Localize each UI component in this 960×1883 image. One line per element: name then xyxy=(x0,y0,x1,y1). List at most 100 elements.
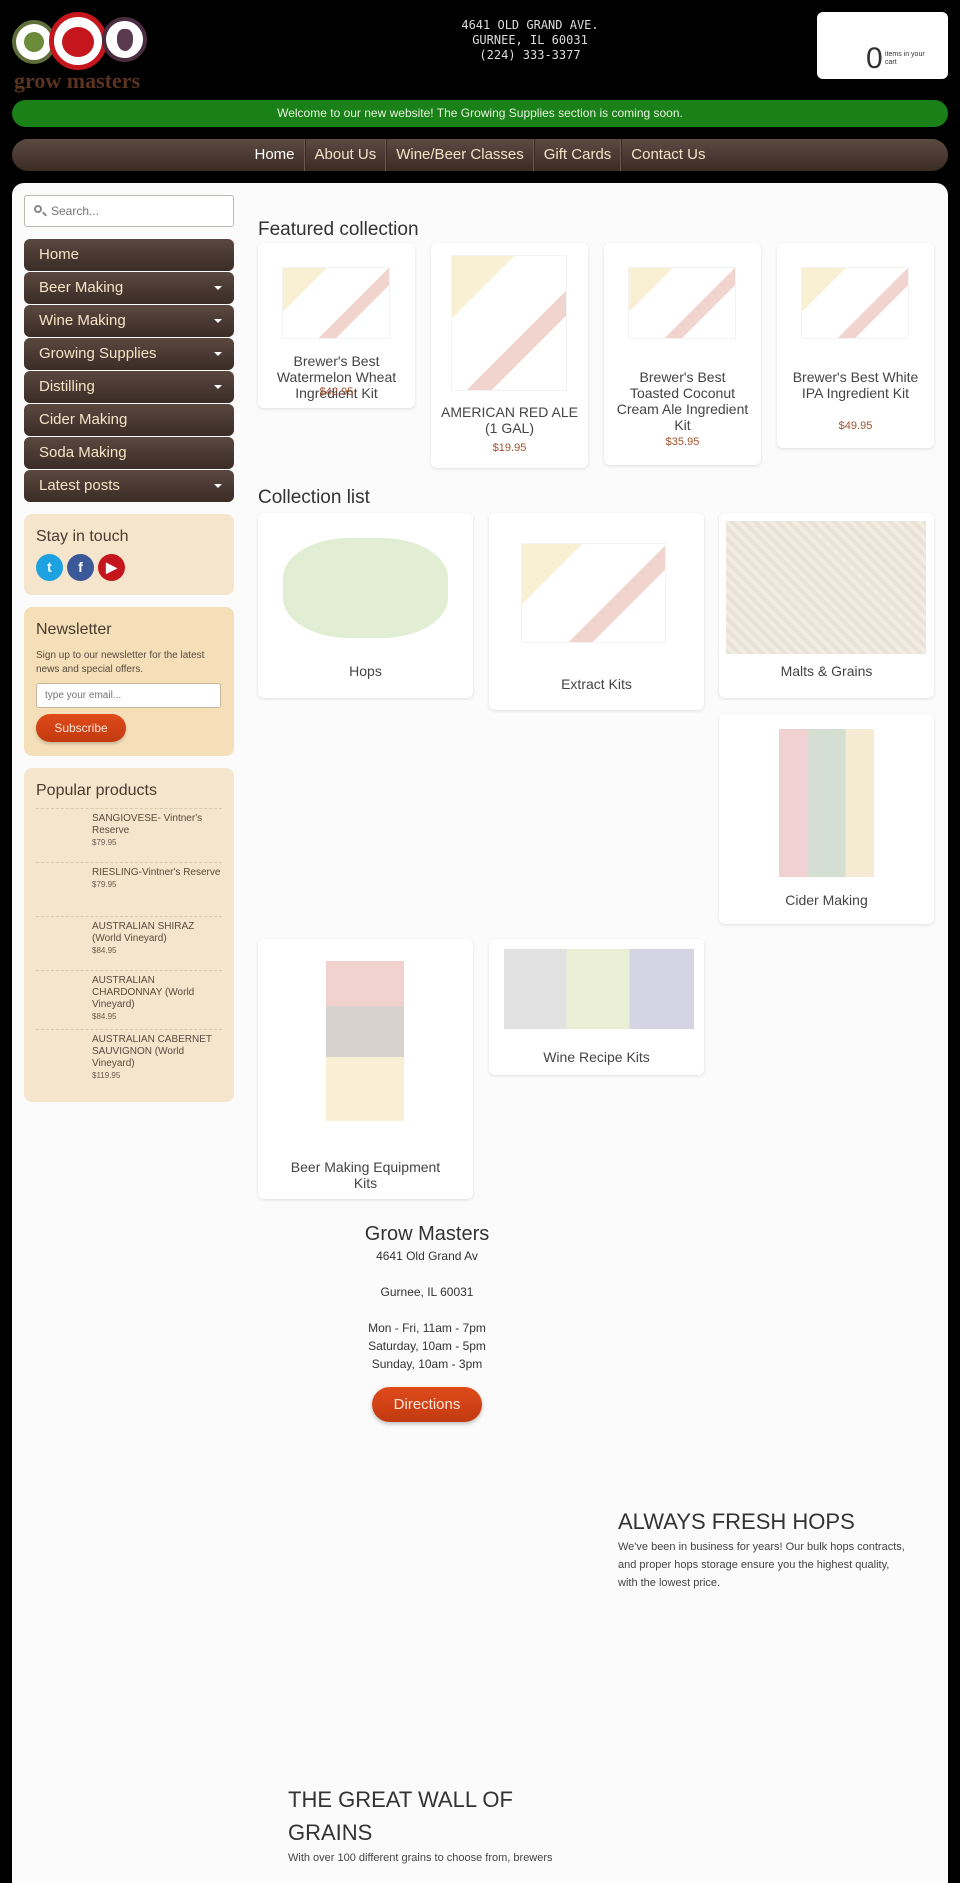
caret-down-icon[interactable] xyxy=(214,319,222,323)
product-name[interactable]: AUSTRALIAN SHIRAZ (World Vineyard) xyxy=(92,921,222,945)
store-hours: Saturday, 10am - 5pm xyxy=(368,1339,486,1353)
cart-widget[interactable]: 0 items in your cart xyxy=(817,12,948,79)
sidebar-item-distilling[interactable]: Distilling xyxy=(24,371,234,403)
menu-label: Soda Making xyxy=(39,444,127,461)
site-header: grow masters 4641 OLD GRAND AVE. GURNEE,… xyxy=(0,0,960,96)
subscribe-button[interactable]: Subscribe xyxy=(36,714,126,742)
stay-in-touch-title: Stay in touch xyxy=(36,528,129,545)
product-price: $84.95 xyxy=(92,946,117,955)
email-field[interactable] xyxy=(36,683,221,708)
product-price: $42.95 xyxy=(319,386,354,398)
caret-down-icon[interactable] xyxy=(214,286,222,290)
popular-products-box: Popular products SANGIOVESE- Vintner's R… xyxy=(24,768,234,1102)
feature-title: ALWAYS FRESH HOPS xyxy=(618,1509,855,1534)
product-price: $119.95 xyxy=(92,1071,121,1080)
address-line: GURNEE, IL 60031 xyxy=(472,33,588,47)
list-item[interactable]: AUSTRALIAN CABERNET SAUVIGNON (World Vin… xyxy=(36,1029,222,1088)
product-price: $79.95 xyxy=(92,880,117,889)
nav-about-us[interactable]: About Us xyxy=(304,139,387,171)
product-title: Brewer's Best Toasted Coconut Cream Ale … xyxy=(616,369,749,433)
product-card[interactable]: Brewer's Best Toasted Coconut Cream Ale … xyxy=(604,243,761,465)
collection-image xyxy=(726,521,926,654)
product-card[interactable]: Brewer's Best White IPA Ingredient Kit $… xyxy=(777,243,934,448)
collection-title: Beer Making Equipment Kits xyxy=(290,1159,441,1191)
directions-button[interactable]: Directions xyxy=(372,1387,482,1422)
sidebar-item-growing-supplies[interactable]: Growing Supplies xyxy=(24,338,234,370)
product-name[interactable]: SANGIOVESE- Vintner's Reserve xyxy=(92,813,222,837)
menu-label: Distilling xyxy=(39,378,95,395)
announcement-banner: Welcome to our new website! The Growing … xyxy=(12,100,948,127)
product-name[interactable]: AUSTRALIAN CHARDONNAY (World Vineyard) xyxy=(92,975,222,1011)
caret-down-icon[interactable] xyxy=(214,352,222,356)
caret-down-icon[interactable] xyxy=(214,385,222,389)
menu-label: Latest posts xyxy=(39,477,120,494)
store-name: Grow Masters xyxy=(364,1223,490,1245)
facebook-icon[interactable]: f xyxy=(67,554,94,581)
newsletter-title: Newsletter xyxy=(36,621,112,638)
caret-down-icon[interactable] xyxy=(214,484,222,488)
store-hours: Sunday, 10am - 3pm xyxy=(371,1357,483,1371)
sidebar-menu: Home Beer Making Wine Making Growing Sup… xyxy=(24,239,234,502)
product-card[interactable]: AMERICAN RED ALE (1 GAL) $19.95 xyxy=(431,243,588,468)
popular-products-title: Popular products xyxy=(36,782,157,799)
product-title: AMERICAN RED ALE (1 GAL) xyxy=(441,404,578,436)
collection-card-hops[interactable]: Hops xyxy=(258,513,473,698)
collection-list-title: Collection list xyxy=(258,487,370,508)
feature-text: With over 100 different grains to choose… xyxy=(288,1852,553,1864)
feature-fresh-hops: ALWAYS FRESH HOPS We've been in business… xyxy=(618,1506,908,1592)
product-name[interactable]: RIESLING-Vintner's Reserve xyxy=(92,867,222,879)
sidebar-item-beer-making[interactable]: Beer Making xyxy=(24,272,234,304)
product-price: $79.95 xyxy=(92,838,117,847)
logo[interactable]: grow masters xyxy=(12,12,147,93)
collection-image xyxy=(504,949,694,1029)
collection-card-extract-kits[interactable]: Extract Kits xyxy=(489,513,704,710)
sidebar-item-soda-making[interactable]: Soda Making xyxy=(24,437,234,469)
product-image xyxy=(801,267,909,339)
youtube-icon[interactable]: ▶ xyxy=(98,554,125,581)
nav-contact-us[interactable]: Contact Us xyxy=(621,139,714,171)
list-item[interactable]: AUSTRALIAN SHIRAZ (World Vineyard) $84.95 xyxy=(36,916,222,970)
sidebar-item-wine-making[interactable]: Wine Making xyxy=(24,305,234,337)
list-item[interactable]: SANGIOVESE- Vintner's Reserve $79.95 xyxy=(36,808,222,862)
collection-title: Cider Making xyxy=(785,892,868,908)
store-hours: Mon - Fri, 11am - 7pm xyxy=(368,1321,486,1335)
feature-great-wall-of-grains: THE GREAT WALL OF GRAINS With over 100 d… xyxy=(288,1783,598,1867)
product-image xyxy=(451,255,567,391)
collection-image xyxy=(326,961,404,1121)
logo-text: grow masters xyxy=(14,68,141,93)
product-title: Brewer's Best White IPA Ingredient Kit xyxy=(792,369,919,401)
top-nav: Home About Us Wine/Beer Classes Gift Car… xyxy=(12,139,948,171)
collection-card-cider-making[interactable]: Cider Making xyxy=(719,714,934,924)
product-price: $35.95 xyxy=(665,436,700,448)
menu-label: Beer Making xyxy=(39,279,124,296)
collection-card-malts-grains[interactable]: Malts & Grains xyxy=(719,513,934,698)
sidebar-item-latest-posts[interactable]: Latest posts xyxy=(24,470,234,502)
product-price: $84.95 xyxy=(92,1012,117,1021)
search-input[interactable] xyxy=(51,196,226,226)
list-item[interactable]: AUSTRALIAN CHARDONNAY (World Vineyard) $8… xyxy=(36,970,222,1029)
menu-label: Cider Making xyxy=(39,411,128,428)
stay-in-touch-box: Stay in touch t f ▶ xyxy=(24,514,234,595)
product-price: $49.95 xyxy=(838,420,873,432)
nav-home[interactable]: Home xyxy=(246,139,305,171)
twitter-icon[interactable]: t xyxy=(36,554,63,581)
collection-title: Extract Kits xyxy=(561,676,632,692)
phone-number: (224) 333-3377 xyxy=(479,48,581,62)
product-price: $19.95 xyxy=(492,442,527,454)
collection-title: Malts & Grains xyxy=(780,663,873,679)
nav-wine-beer-classes[interactable]: Wine/Beer Classes xyxy=(386,139,534,171)
collection-card-wine-recipe-kits[interactable]: Wine Recipe Kits xyxy=(489,939,704,1075)
search-icon xyxy=(34,205,42,213)
collection-card-beer-making-equipment-kits[interactable]: Beer Making Equipment Kits xyxy=(258,939,473,1199)
nav-gift-cards[interactable]: Gift Cards xyxy=(533,139,622,171)
collection-image xyxy=(779,729,874,877)
page-body: Home Beer Making Wine Making Growing Sup… xyxy=(12,183,948,1883)
sidebar-item-home[interactable]: Home xyxy=(24,239,234,271)
sidebar-item-cider-making[interactable]: Cider Making xyxy=(24,404,234,436)
product-card[interactable]: Brewer's Best Watermelon Wheat Ingredien… xyxy=(258,243,415,408)
newsletter-text: Sign up to our newsletter for the latest… xyxy=(36,650,205,675)
collection-image xyxy=(521,543,666,643)
product-image xyxy=(282,267,390,339)
product-name[interactable]: AUSTRALIAN CABERNET SAUVIGNON (World Vin… xyxy=(92,1034,222,1070)
list-item[interactable]: RIESLING-Vintner's Reserve $79.95 xyxy=(36,862,222,916)
